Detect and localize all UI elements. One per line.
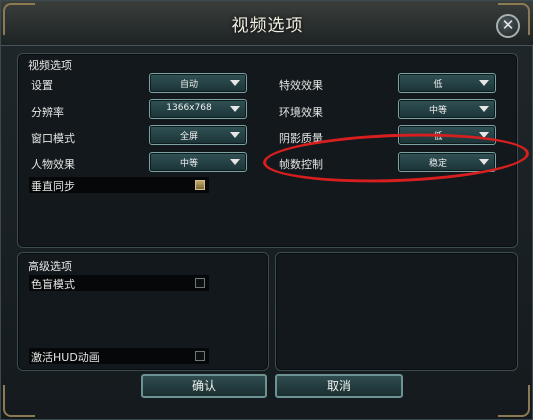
character-effect-label: 人物效果: [31, 158, 75, 171]
vsync-label: 垂直同步: [31, 180, 75, 193]
empty-panel: [275, 252, 518, 371]
chevron-down-icon: [479, 159, 489, 165]
dropdown-value: 低: [433, 80, 443, 90]
colorblind-checkbox[interactable]: [195, 278, 205, 288]
frame-corner-ornament: [498, 385, 530, 417]
colorblind-row[interactable]: 色盲模式: [29, 275, 209, 291]
shadow-quality-label: 阴影质量: [279, 132, 323, 145]
confirm-button[interactable]: 确认: [141, 374, 267, 398]
dropdown-value: 稳定: [428, 159, 447, 169]
frame-corner-ornament: [3, 385, 35, 417]
chevron-down-icon: [230, 132, 240, 138]
character-effect-dropdown[interactable]: 中等: [149, 152, 247, 172]
title-bar: 视频选项 ✕: [1, 1, 533, 46]
dropdown-value: 中等: [179, 159, 198, 169]
special-effect-dropdown[interactable]: 低: [398, 73, 496, 93]
setting-dropdown[interactable]: 自动: [149, 73, 247, 93]
vsync-row[interactable]: 垂直同步: [29, 177, 209, 193]
window-mode-dropdown[interactable]: 全屏: [149, 125, 247, 145]
hud-animation-label: 激活HUD动画: [31, 351, 100, 364]
resolution-dropdown[interactable]: 1366x768: [149, 99, 247, 119]
video-section-label: 视频选项: [28, 59, 72, 72]
frame-rate-dropdown[interactable]: 稳定: [398, 152, 496, 172]
colorblind-label: 色盲模式: [31, 278, 75, 291]
frame-corner-ornament: [3, 3, 35, 35]
cancel-button[interactable]: 取消: [275, 374, 403, 398]
chevron-down-icon: [479, 80, 489, 86]
video-options-window: 视频选项 ✕ 视频选项 设置 自动 分辨率 1366x768 窗口模式 全屏 人…: [0, 0, 533, 420]
chevron-down-icon: [230, 106, 240, 112]
chevron-down-icon: [479, 132, 489, 138]
dropdown-value: 全屏: [179, 132, 198, 142]
dropdown-value: 低: [433, 132, 443, 142]
shadow-quality-dropdown[interactable]: 低: [398, 125, 496, 145]
dropdown-value: 1366x768: [166, 103, 212, 113]
chevron-down-icon: [230, 159, 240, 165]
window-title: 视频选项: [231, 16, 304, 36]
frame-corner-ornament: [498, 3, 530, 35]
special-effect-label: 特效效果: [279, 79, 323, 92]
environment-effect-dropdown[interactable]: 中等: [398, 99, 496, 119]
vsync-checkbox[interactable]: [195, 180, 205, 190]
chevron-down-icon: [230, 80, 240, 86]
resolution-label: 分辨率: [31, 106, 64, 119]
environment-effect-label: 环境效果: [279, 106, 323, 119]
dropdown-value: 中等: [428, 106, 447, 116]
dropdown-value: 自动: [179, 80, 198, 90]
window-mode-label: 窗口模式: [31, 132, 75, 145]
advanced-section-label: 高级选项: [28, 260, 72, 273]
setting-label: 设置: [31, 79, 53, 92]
hud-animation-checkbox[interactable]: [195, 351, 205, 361]
frame-rate-label: 帧数控制: [279, 158, 323, 171]
chevron-down-icon: [479, 106, 489, 112]
hud-animation-row[interactable]: 激活HUD动画: [29, 348, 209, 364]
